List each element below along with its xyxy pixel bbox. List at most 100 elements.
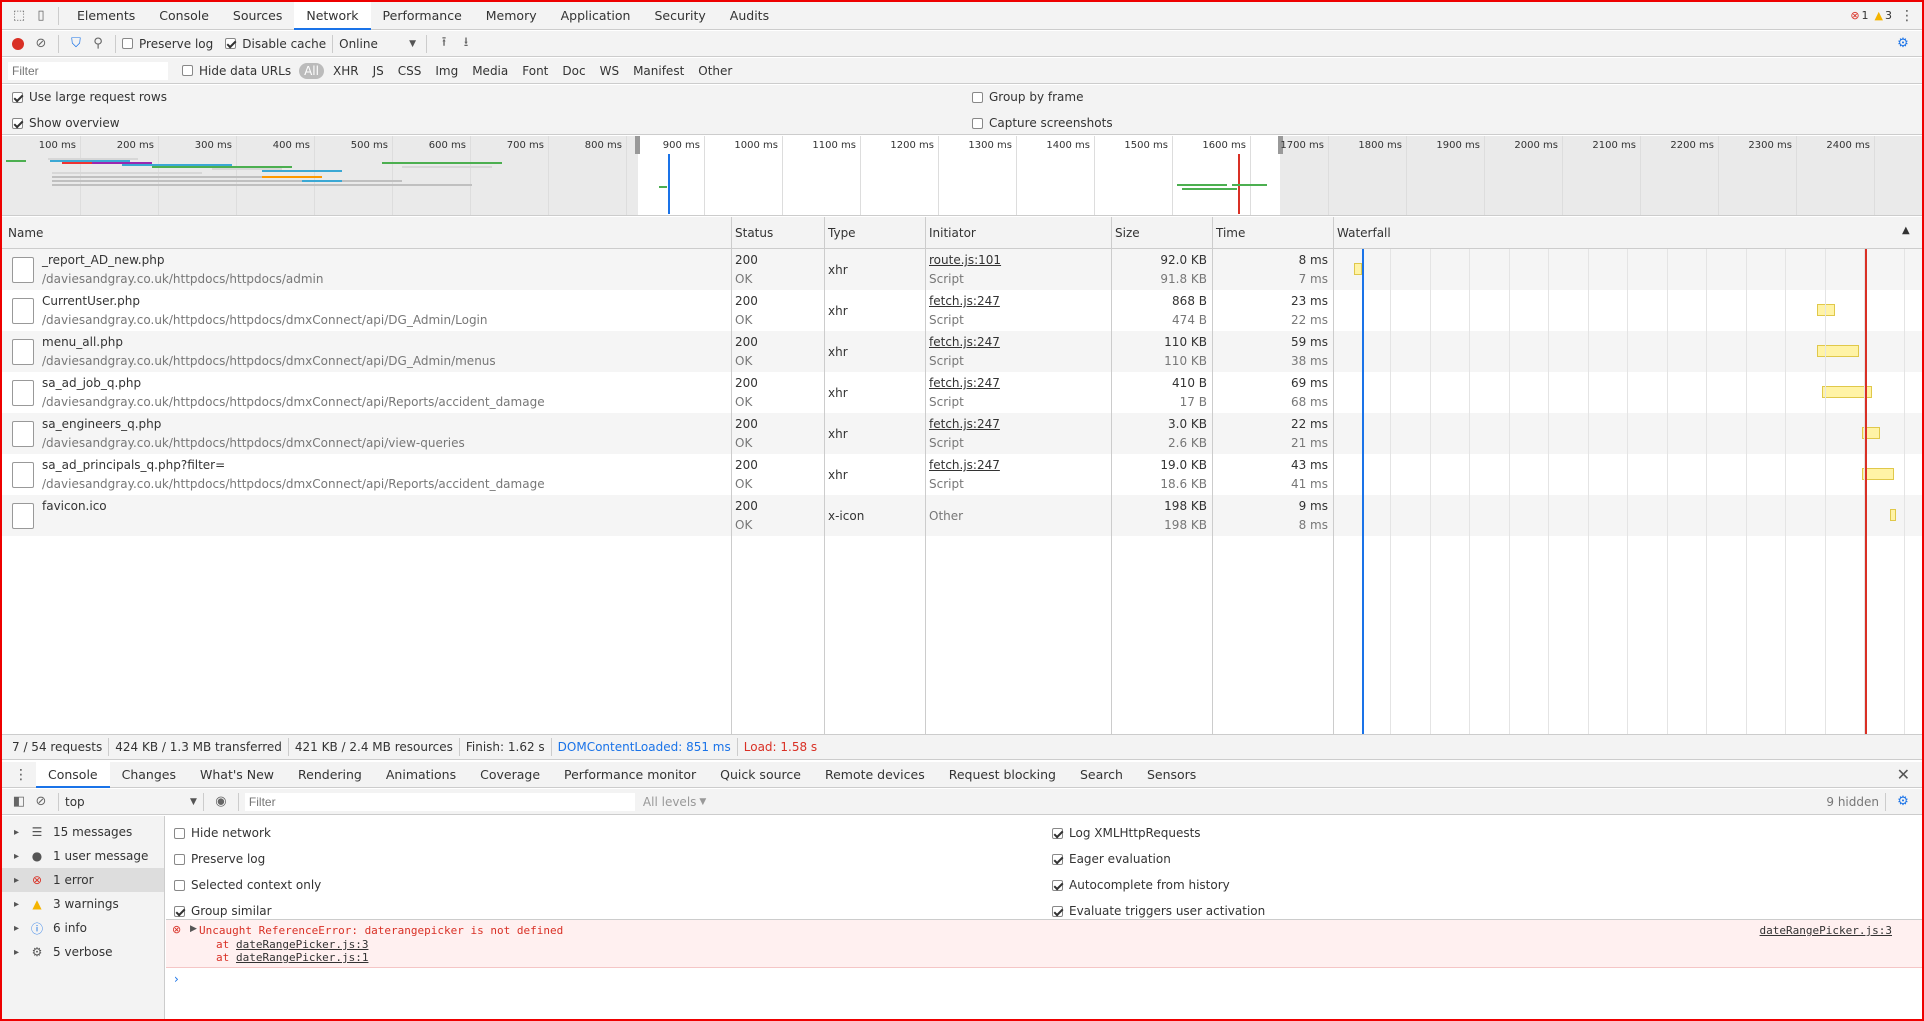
type-filter-ws[interactable]: WS xyxy=(595,63,624,79)
group-by-frame-checkbox[interactable] xyxy=(972,91,983,103)
stack-link[interactable]: dateRangePicker.js:3 xyxy=(236,938,368,951)
console-option[interactable]: Autocomplete from history xyxy=(1052,872,1265,898)
console-sidebar-item[interactable]: ▸ ☰ 15 messages xyxy=(2,820,164,844)
console-option-checkbox[interactable] xyxy=(1052,879,1063,891)
type-filter-all[interactable]: All xyxy=(299,62,324,79)
drawer-tab-coverage[interactable]: Coverage xyxy=(468,762,552,788)
column-header-size[interactable]: Size xyxy=(1115,226,1140,240)
console-option-checkbox[interactable] xyxy=(174,905,185,917)
expand-triangle-icon[interactable]: ▸ xyxy=(14,851,19,862)
capture-screenshots-checkbox[interactable] xyxy=(972,117,983,129)
hide-data-urls-checkbox[interactable] xyxy=(182,65,193,76)
table-row[interactable]: favicon.ico 200 OK x-icon Other 198 KB 198 KB 9… xyxy=(2,495,1922,536)
tab-security[interactable]: Security xyxy=(642,2,717,30)
expand-triangle-icon[interactable]: ▸ xyxy=(14,875,19,886)
log-levels-select[interactable]: All levels xyxy=(643,795,696,809)
drawer-tab-quick-source[interactable]: Quick source xyxy=(708,762,813,788)
filter-input[interactable] xyxy=(8,61,168,80)
inspect-element-icon[interactable]: ⬚ xyxy=(8,5,30,27)
drawer-tab-remote-devices[interactable]: Remote devices xyxy=(813,762,937,788)
expand-triangle-icon[interactable]: ▸ xyxy=(14,947,19,958)
tab-memory[interactable]: Memory xyxy=(474,2,549,30)
tab-network[interactable]: Network xyxy=(294,1,371,30)
expand-triangle-icon[interactable]: ▸ xyxy=(14,923,19,934)
type-filter-xhr[interactable]: XHR xyxy=(328,63,364,79)
type-filter-js[interactable]: JS xyxy=(368,63,389,79)
stack-link[interactable]: dateRangePicker.js:1 xyxy=(236,951,368,964)
console-option[interactable]: Selected context only xyxy=(174,872,321,898)
show-overview-option[interactable]: Show overview xyxy=(12,116,120,130)
tab-performance[interactable]: Performance xyxy=(371,2,474,30)
import-har-icon[interactable]: ⭱ xyxy=(433,33,455,55)
large-rows-option[interactable]: Use large request rows xyxy=(12,90,167,104)
column-header-name[interactable]: Name xyxy=(8,226,43,240)
group-by-frame-option[interactable]: Group by frame xyxy=(972,90,1083,104)
console-option-checkbox[interactable] xyxy=(174,879,185,891)
expand-triangle-icon[interactable]: ▶ xyxy=(190,924,197,934)
table-row[interactable]: CurrentUser.php/daviesandgray.co.uk/http… xyxy=(2,290,1922,331)
drawer-tab-console[interactable]: Console xyxy=(36,761,110,788)
table-row[interactable]: sa_ad_principals_q.php?filter= /daviesand… xyxy=(2,454,1922,495)
throttle-select[interactable]: Online xyxy=(339,37,409,51)
console-option-checkbox[interactable] xyxy=(1052,905,1063,917)
type-filter-media[interactable]: Media xyxy=(467,63,513,79)
overview-left-handle[interactable] xyxy=(635,136,640,154)
console-sidebar-item[interactable]: ▸ ⚙ 5 verbose xyxy=(2,940,164,964)
console-sidebar-item[interactable]: ▸ ⓘ 6 info xyxy=(2,916,164,940)
console-option[interactable]: Preserve log xyxy=(174,846,321,872)
column-header-waterfall[interactable]: Waterfall xyxy=(1337,226,1391,240)
console-option[interactable]: Eager evaluation xyxy=(1052,846,1265,872)
console-option-checkbox[interactable] xyxy=(174,827,185,839)
request-initiator[interactable]: fetch.js:247 xyxy=(929,335,1000,349)
clear-icon[interactable]: ⊘ xyxy=(30,33,52,55)
issue-counters[interactable]: ⊗ 1 ▲ 3 ⋮ xyxy=(1850,8,1914,24)
drawer-menu-icon[interactable]: ⋮ xyxy=(14,767,28,783)
type-filter-font[interactable]: Font xyxy=(517,63,553,79)
type-filter-doc[interactable]: Doc xyxy=(557,63,590,79)
console-option-checkbox[interactable] xyxy=(174,853,185,865)
expand-triangle-icon[interactable]: ▸ xyxy=(14,899,19,910)
drawer-tab-request-blocking[interactable]: Request blocking xyxy=(937,762,1068,788)
device-toolbar-icon[interactable]: ▯ xyxy=(30,5,52,27)
drawer-tab-animations[interactable]: Animations xyxy=(374,762,468,788)
disable-cache-checkbox[interactable] xyxy=(225,38,237,49)
console-option-checkbox[interactable] xyxy=(1052,827,1063,839)
close-icon[interactable]: ✕ xyxy=(1897,765,1910,784)
filter-icon[interactable]: ⛉ xyxy=(65,33,87,55)
error-source-link[interactable]: dateRangePicker.js:3 xyxy=(1760,924,1892,937)
preserve-log-checkbox[interactable] xyxy=(122,38,133,49)
drawer-tab-changes[interactable]: Changes xyxy=(110,762,188,788)
tab-application[interactable]: Application xyxy=(549,2,643,30)
console-option-checkbox[interactable] xyxy=(1052,853,1063,865)
drawer-tab-performance-monitor[interactable]: Performance monitor xyxy=(552,762,708,788)
large-rows-checkbox[interactable] xyxy=(12,91,23,103)
show-overview-checkbox[interactable] xyxy=(12,117,23,129)
type-filter-other[interactable]: Other xyxy=(693,63,737,79)
table-row[interactable]: sa_ad_job_q.php/daviesandgray.co.uk/http… xyxy=(2,372,1922,413)
console-option[interactable]: Log XMLHttpRequests xyxy=(1052,820,1265,846)
table-row[interactable]: _report_AD_new.php/daviesandgray.co.uk/h… xyxy=(2,249,1922,290)
search-icon[interactable]: ⚲ xyxy=(87,33,109,55)
sort-up-icon[interactable]: ▲ xyxy=(1902,225,1910,236)
request-initiator[interactable]: fetch.js:247 xyxy=(929,294,1000,308)
console-sidebar-item[interactable]: ▸ ● 1 user message xyxy=(2,844,164,868)
context-select[interactable]: top xyxy=(65,795,190,809)
console-filter-input[interactable] xyxy=(244,792,635,811)
sidebar-toggle-icon[interactable]: ◧ xyxy=(8,791,30,813)
overview-timeline[interactable]: 100 ms 200 ms 300 ms 400 ms 500 ms 600 ms 700 … xyxy=(2,136,1922,216)
column-header-initiator[interactable]: Initiator xyxy=(929,226,976,240)
table-row[interactable]: menu_all.php/daviesandgray.co.uk/httpdoc… xyxy=(2,331,1922,372)
request-initiator[interactable]: route.js:101 xyxy=(929,253,1001,267)
column-header-status[interactable]: Status xyxy=(735,226,773,240)
request-initiator[interactable]: fetch.js:247 xyxy=(929,417,1000,431)
tab-console[interactable]: Console xyxy=(147,2,221,30)
more-vertical-icon[interactable]: ⋮ xyxy=(1900,8,1914,24)
drawer-tab-search[interactable]: Search xyxy=(1068,762,1135,788)
capture-screenshots-option[interactable]: Capture screenshots xyxy=(972,116,1113,130)
column-header-type[interactable]: Type xyxy=(828,226,856,240)
type-filter-css[interactable]: CSS xyxy=(393,63,427,79)
drawer-tab-sensors[interactable]: Sensors xyxy=(1135,762,1208,788)
record-icon[interactable] xyxy=(12,37,24,50)
tab-elements[interactable]: Elements xyxy=(65,2,147,30)
request-initiator[interactable]: fetch.js:247 xyxy=(929,376,1000,390)
